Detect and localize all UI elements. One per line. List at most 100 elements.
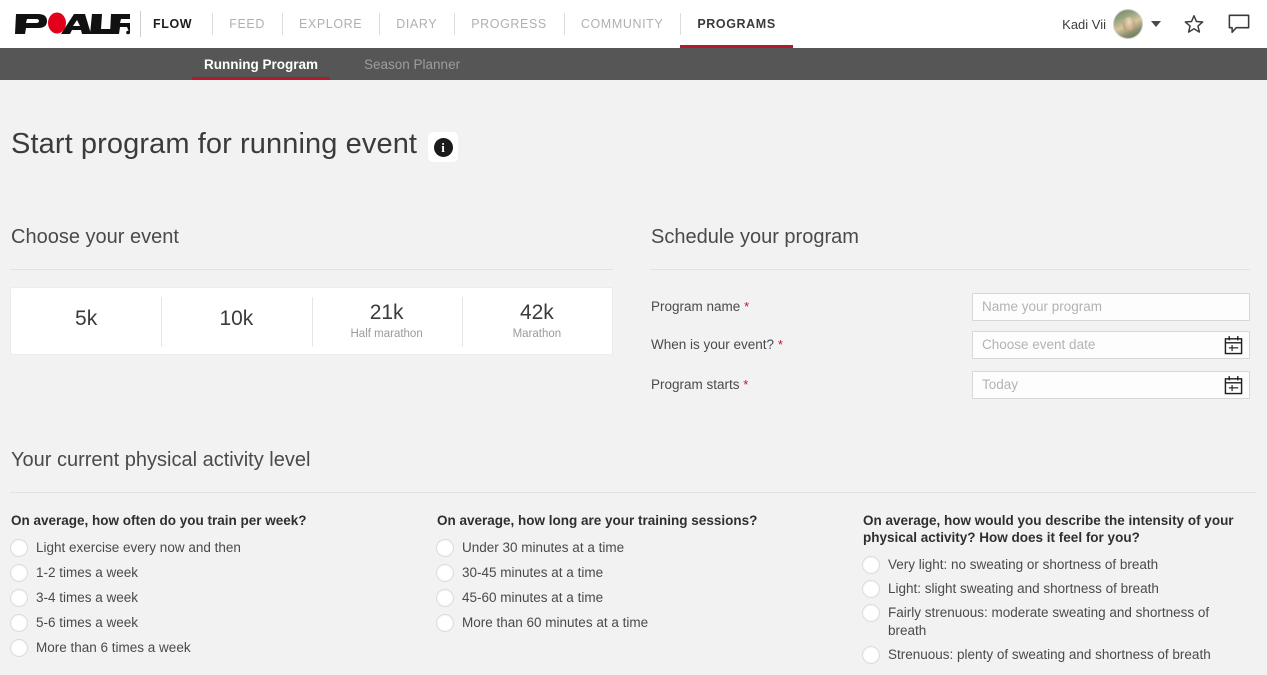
radio-icon[interactable] (10, 539, 28, 558)
radio-option[interactable]: Very light: no sweating or shortness of … (862, 555, 1256, 575)
radio-icon[interactable] (862, 556, 880, 575)
nav-label-diary: DIARY (396, 17, 438, 31)
event-option-5k[interactable]: 5k (11, 288, 161, 354)
radio-icon[interactable] (10, 614, 28, 633)
activity-level-heading: Your current physical activity level (11, 448, 311, 471)
radio-icon[interactable] (862, 604, 880, 623)
user-name: Kadi Vii (1062, 16, 1106, 32)
event-option-42k[interactable]: 42k Marathon (461, 288, 612, 354)
radio-option[interactable]: 3-4 times a week (10, 588, 436, 608)
logo-divider (140, 11, 141, 37)
nav-label-programs: PROGRAMS (697, 17, 776, 31)
nav-item-feed[interactable]: FEED (212, 0, 282, 48)
program-name-input[interactable] (972, 292, 1250, 321)
user-menu-area: Kadi Vii (1062, 0, 1251, 48)
radio-option[interactable]: 5-6 times a week (10, 613, 436, 633)
calendar-icon[interactable] (1224, 335, 1243, 360)
sub-navigation: Running Program Season Planner (0, 48, 1267, 80)
nav-item-flow[interactable]: FLOW (153, 0, 212, 48)
polar-logo-red-dot (48, 12, 66, 34)
star-icon[interactable] (1183, 13, 1205, 35)
radio-icon[interactable] (10, 639, 28, 658)
radio-icon[interactable] (862, 580, 880, 599)
activity-questions: On average, how often do you train per w… (10, 512, 1257, 669)
choose-event-divider (10, 268, 613, 270)
polar-logo[interactable] (14, 9, 130, 39)
schedule-form: Program name * When is your event? * (650, 292, 1257, 400)
question-intensity-title: On average, how would you describe the i… (863, 512, 1234, 546)
nav-item-community[interactable]: COMMUNITY (563, 0, 680, 48)
event-options-card: 5k 10k 21k Half marathon 42k Marathon (10, 286, 613, 355)
radio-icon[interactable] (436, 539, 454, 558)
radio-option[interactable]: Fairly strenuous: moderate sweating and … (862, 603, 1256, 640)
form-row-event-date: When is your event? * (650, 330, 1257, 360)
program-starts-label: Program starts * (650, 377, 972, 392)
radio-label: 1-2 times a week (36, 565, 139, 581)
nav-item-diary[interactable]: DIARY (379, 0, 454, 48)
radio-option[interactable]: More than 6 times a week (10, 638, 436, 658)
radio-option[interactable]: Under 30 minutes at a time (436, 538, 862, 558)
radio-icon[interactable] (862, 646, 880, 665)
subnav-label-season-planner: Season Planner (364, 56, 461, 72)
radio-label: Very light: no sweating or shortness of … (888, 557, 1159, 573)
radio-icon[interactable] (436, 564, 454, 583)
event-option-21k[interactable]: 21k Half marathon (311, 288, 462, 354)
activity-level-divider (10, 491, 1256, 493)
question-duration-title: On average, how long are your training s… (437, 512, 758, 528)
radio-option[interactable]: 1-2 times a week (10, 563, 436, 583)
schedule-heading: Schedule your program (651, 225, 859, 248)
question-frequency: On average, how often do you train per w… (10, 512, 436, 669)
message-icon[interactable] (1227, 13, 1251, 35)
avatar[interactable] (1113, 9, 1143, 39)
program-starts-field-wrap (972, 370, 1250, 400)
page-title: Start program for running event (11, 128, 418, 161)
question-duration: On average, how long are your training s… (436, 512, 862, 669)
choose-event-section: Choose your event 5k 10k 21k Half marath… (10, 226, 650, 409)
radio-icon[interactable] (10, 589, 28, 608)
event-option-10k[interactable]: 10k (161, 288, 311, 354)
event-date-label: When is your event? * (650, 337, 972, 352)
nav-item-explore[interactable]: EXPLORE (281, 0, 379, 48)
radio-option[interactable]: 30-45 minutes at a time (436, 563, 862, 583)
form-row-program-starts: Program starts * (650, 370, 1257, 400)
nav-label-explore: EXPLORE (298, 17, 363, 31)
chevron-down-icon[interactable] (1151, 21, 1161, 27)
top-header: FLOW FEED EXPLORE DIARY PROGRESS COMMUNI… (0, 0, 1267, 48)
radio-label: 30-45 minutes at a time (462, 565, 604, 581)
nav-item-programs[interactable]: PROGRAMS (680, 0, 794, 48)
nav-item-progress[interactable]: PROGRESS (454, 0, 564, 48)
form-row-program-name: Program name * (650, 292, 1257, 321)
radio-label: Under 30 minutes at a time (462, 540, 625, 556)
event-subtitle: Marathon (512, 327, 562, 340)
radio-label: Strenuous: plenty of sweating and shortn… (888, 647, 1211, 663)
calendar-icon[interactable] (1224, 375, 1243, 400)
radio-icon[interactable] (436, 589, 454, 608)
program-starts-input[interactable] (972, 370, 1250, 399)
subnav-label-running-program: Running Program (204, 56, 318, 72)
radio-option[interactable]: Light exercise every now and then (10, 538, 436, 558)
info-icon-glyph: i (433, 137, 453, 157)
choose-event-heading: Choose your event (11, 225, 179, 248)
radio-label: More than 60 minutes at a time (462, 615, 649, 631)
polar-logo-mark (15, 12, 130, 35)
radio-option[interactable]: More than 60 minutes at a time (436, 613, 862, 633)
schedule-divider (650, 268, 1250, 270)
radio-icon[interactable] (436, 614, 454, 633)
radio-option[interactable]: Strenuous: plenty of sweating and shortn… (862, 645, 1256, 665)
event-date-input[interactable] (972, 330, 1250, 359)
page-body: Start program for running event i Choose… (0, 109, 1267, 669)
subnav-item-season-planner[interactable]: Season Planner (352, 48, 472, 80)
required-marker: * (744, 299, 750, 315)
radio-option[interactable]: 45-60 minutes at a time (436, 588, 862, 608)
radio-label: 3-4 times a week (36, 590, 139, 606)
radio-option[interactable]: Light: slight sweating and shortness of … (862, 579, 1256, 599)
event-subtitle: Half marathon (350, 327, 423, 340)
subnav-item-running-program[interactable]: Running Program (192, 48, 330, 80)
required-marker: * (743, 377, 749, 393)
required-marker: * (777, 337, 783, 353)
event-date-field-wrap (972, 330, 1250, 360)
radio-icon[interactable] (10, 564, 28, 583)
info-icon[interactable]: i (428, 132, 459, 163)
event-distance: 42k (519, 300, 554, 324)
radio-label: More than 6 times a week (36, 640, 191, 656)
